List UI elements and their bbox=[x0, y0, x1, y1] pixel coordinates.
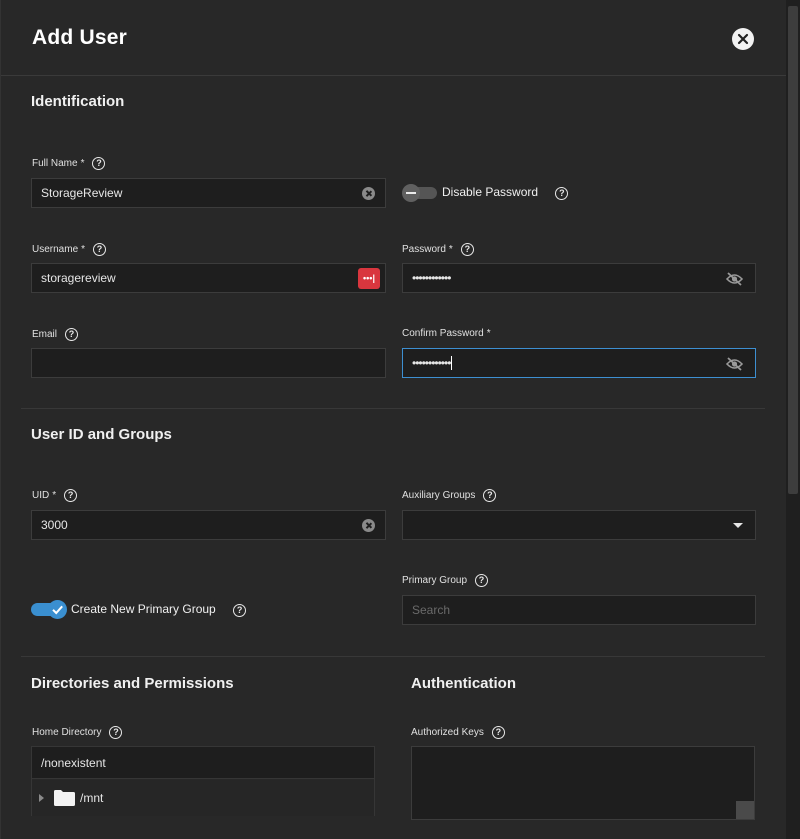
username-input[interactable]: storagereview •••| bbox=[31, 263, 386, 293]
help-icon[interactable]: ? bbox=[109, 726, 123, 739]
eye-off-icon[interactable] bbox=[726, 272, 743, 286]
section-title-authentication: Authentication bbox=[411, 675, 516, 692]
disable-password-toggle[interactable] bbox=[402, 184, 437, 202]
eye-off-icon[interactable] bbox=[726, 357, 743, 371]
help-icon[interactable]: ? bbox=[64, 489, 78, 502]
help-icon[interactable]: ? bbox=[555, 187, 569, 200]
help-icon[interactable]: ? bbox=[483, 489, 497, 502]
section-divider bbox=[21, 408, 765, 409]
help-icon[interactable]: ? bbox=[460, 243, 474, 256]
tree-node-mnt[interactable]: /mnt bbox=[32, 780, 374, 816]
folder-icon bbox=[54, 790, 75, 806]
help-icon[interactable]: ? bbox=[233, 604, 247, 617]
authorized-keys-label: Authorized Keys ? bbox=[411, 726, 505, 739]
confirm-password-input[interactable]: •••••••••••• bbox=[402, 348, 756, 378]
section-title-directories: Directories and Permissions bbox=[31, 675, 234, 692]
help-icon[interactable]: ? bbox=[65, 328, 79, 341]
add-user-dialog: Add User Identification Full Name * ? Sto… bbox=[0, 0, 787, 839]
clear-icon[interactable] bbox=[362, 519, 375, 532]
create-primary-group-toggle[interactable] bbox=[31, 600, 68, 619]
password-label: Password * ? bbox=[402, 243, 474, 256]
password-input[interactable]: •••••••••••• bbox=[402, 263, 756, 293]
uid-label: UID * ? bbox=[32, 489, 78, 502]
password-manager-icon[interactable]: •••| bbox=[358, 268, 380, 289]
section-divider bbox=[21, 656, 765, 657]
expand-arrow-icon[interactable] bbox=[39, 794, 44, 802]
disable-password-label: Disable Password ? bbox=[442, 185, 569, 200]
dialog-title: Add User bbox=[32, 26, 127, 49]
auxiliary-groups-select[interactable] bbox=[402, 510, 756, 540]
section-title-identification: Identification bbox=[31, 93, 125, 110]
primary-group-label: Primary Group ? bbox=[402, 574, 489, 587]
header-divider bbox=[1, 75, 787, 76]
chevron-down-icon[interactable] bbox=[733, 523, 743, 528]
create-primary-group-label: Create New Primary Group ? bbox=[71, 602, 247, 617]
email-label: Email ? bbox=[32, 328, 79, 341]
clear-icon[interactable] bbox=[362, 187, 375, 200]
help-icon[interactable]: ? bbox=[475, 574, 489, 587]
confirm-password-label: Confirm Password * bbox=[402, 328, 491, 339]
authorized-keys-textarea[interactable] bbox=[411, 746, 755, 820]
full-name-input[interactable]: StorageReview bbox=[31, 178, 386, 208]
auxiliary-groups-label: Auxiliary Groups ? bbox=[402, 489, 497, 502]
username-label: Username * ? bbox=[32, 243, 107, 256]
home-directory-explorer: /nonexistent /mnt bbox=[31, 746, 375, 816]
uid-input[interactable]: 3000 bbox=[31, 510, 386, 540]
home-directory-label: Home Directory ? bbox=[32, 726, 123, 739]
help-icon[interactable]: ? bbox=[93, 243, 107, 256]
home-directory-input[interactable]: /nonexistent bbox=[32, 747, 374, 779]
primary-group-search-input[interactable]: Search bbox=[402, 595, 756, 625]
check-icon bbox=[52, 605, 63, 615]
help-icon[interactable]: ? bbox=[92, 157, 106, 170]
section-title-user-id-groups: User ID and Groups bbox=[31, 426, 172, 443]
resize-handle[interactable] bbox=[736, 801, 754, 819]
help-icon[interactable]: ? bbox=[491, 726, 505, 739]
close-icon[interactable] bbox=[732, 28, 754, 50]
email-input[interactable] bbox=[31, 348, 386, 378]
full-name-label: Full Name * ? bbox=[32, 157, 106, 170]
scrollbar-thumb[interactable] bbox=[788, 6, 798, 494]
